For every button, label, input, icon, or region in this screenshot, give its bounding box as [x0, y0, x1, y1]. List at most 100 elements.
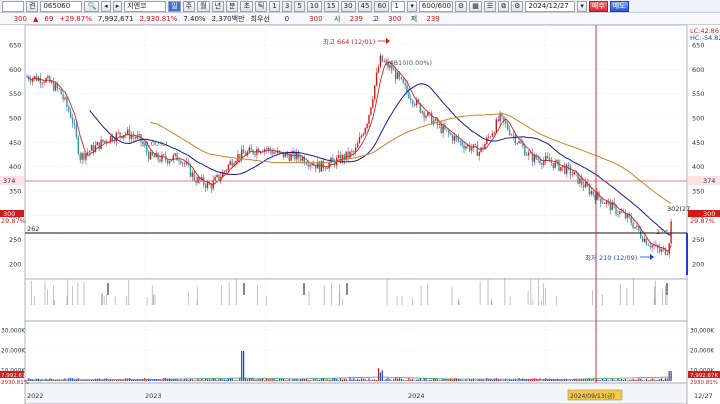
settings-icon[interactable]: ⚙ [511, 0, 524, 12]
volume-bar [421, 380, 423, 381]
candle-body [514, 135, 516, 144]
candle-body [227, 164, 230, 171]
calendar-icon[interactable]: ▾ [577, 0, 587, 12]
list-icon[interactable]: ☰ [483, 0, 497, 12]
volume-bar [218, 379, 220, 381]
volume-bar [220, 378, 222, 381]
volume-bar [571, 380, 573, 381]
period-year-button[interactable]: 년 [211, 0, 225, 12]
candle-body [423, 111, 425, 118]
volume-bar [657, 380, 659, 381]
turnover-rate: 7.40% [183, 14, 206, 23]
volume-bar [482, 379, 484, 381]
candle-body [132, 135, 135, 138]
buy-button[interactable]: 매수 [588, 0, 608, 12]
sell-button[interactable]: 매도 [609, 0, 629, 12]
prev-icon[interactable]: ◂ [101, 0, 111, 12]
candle-body [356, 143, 359, 148]
search-icon[interactable]: 🔍 [84, 0, 100, 12]
candle-body [529, 152, 532, 154]
volume-bar [201, 378, 203, 381]
volume-bar [400, 378, 402, 381]
period-day-button[interactable]: 일 [168, 0, 181, 12]
minute-3-button[interactable]: 3 [281, 0, 293, 12]
volume-bar [311, 380, 313, 381]
volume-bar [231, 378, 233, 381]
volume-bar [605, 378, 608, 381]
next-icon[interactable]: ▸ [112, 0, 123, 12]
volume-bar [43, 380, 45, 381]
period-month-button[interactable]: 월 [197, 0, 210, 12]
table-icon[interactable]: ▦ [469, 0, 482, 12]
candle-body [438, 124, 440, 126]
volume-bar [229, 378, 231, 381]
minute-60-button[interactable]: 60 [374, 0, 390, 12]
candle-body [393, 69, 395, 71]
price-tick-label: 650 [9, 42, 21, 50]
volume-bar [180, 379, 182, 381]
volume-bar [347, 380, 349, 381]
period-second-button[interactable]: 초 [240, 0, 253, 12]
volume-bar [225, 379, 228, 381]
minute-30-button[interactable]: 30 [340, 0, 356, 12]
volume-bar [168, 378, 171, 381]
candle-body [73, 123, 76, 126]
candle-body [617, 213, 619, 215]
volume-bar [512, 379, 514, 381]
volume-bar [368, 378, 370, 381]
minute-45-button[interactable]: 45 [357, 0, 373, 12]
stock-chart[interactable]: 650600550500450400350300250200 650600550… [0, 25, 720, 404]
candle-body [434, 118, 437, 121]
account-field[interactable] [2, 0, 24, 12]
volume-bar [315, 379, 317, 381]
chevron-down-icon[interactable]: ▾ [407, 0, 417, 12]
volume-bar [585, 379, 587, 381]
chart-toolbar: 켠 065060 🔍 ◂ ▸ 지엔코 일 주 월 년 분 초 틱 1 3 5 1… [0, 0, 720, 13]
volume-tick-label: 30,000K [1, 329, 25, 335]
right-pct-label: 29.87% [690, 217, 715, 225]
unit-input[interactable]: 1 [391, 0, 406, 12]
stock-code-input[interactable]: 065060 [40, 0, 83, 12]
volume-bar [262, 378, 264, 381]
count-input[interactable]: 600/600 [418, 0, 453, 12]
volume-bar [326, 379, 328, 381]
date-input[interactable]: 2024/12/27 [525, 0, 576, 12]
volume-bar [643, 380, 646, 381]
volume-bar [632, 378, 634, 381]
copy-icon[interactable]: ⧉ [498, 0, 510, 12]
volume-bar [303, 379, 305, 381]
period-minute-button[interactable]: 분 [226, 0, 239, 12]
market-button[interactable]: 켠 [26, 0, 39, 12]
minute-1-button[interactable]: 1 [269, 0, 280, 12]
candle-body [527, 152, 530, 156]
minute-10-button[interactable]: 10 [306, 0, 322, 12]
volume-bar [364, 379, 366, 381]
current-price: 300 [13, 14, 27, 23]
stock-name-field: 지엔코 [124, 0, 167, 12]
candle-body [489, 136, 492, 138]
candle-body [79, 153, 81, 160]
volume-bar [383, 380, 385, 381]
candle-body [507, 123, 509, 130]
volume-bar [233, 380, 235, 381]
price-tick-label: 200 [692, 261, 704, 269]
volume-bar [659, 378, 661, 381]
price-tick-label: 400 [9, 163, 21, 171]
volume-bar [491, 379, 494, 381]
volume-bar [419, 378, 421, 381]
volume-bar [630, 379, 632, 381]
lookup-icon[interactable]: ⚙ [454, 0, 468, 12]
minute-5-button[interactable]: 5 [294, 0, 305, 12]
candle-body [491, 133, 494, 137]
volume-bar [121, 380, 123, 381]
price-tick-label: 600 [692, 66, 704, 74]
minute-15-button[interactable]: 15 [323, 0, 339, 12]
period-tick-button[interactable]: 틱 [254, 0, 268, 12]
candle-body [569, 166, 572, 175]
candle-body [360, 135, 363, 138]
volume-bar [461, 380, 463, 381]
candle-body [66, 97, 68, 107]
period-week-button[interactable]: 주 [182, 0, 196, 12]
volume-ratio: 2,930.81% [139, 14, 178, 23]
candle-body [508, 129, 511, 135]
